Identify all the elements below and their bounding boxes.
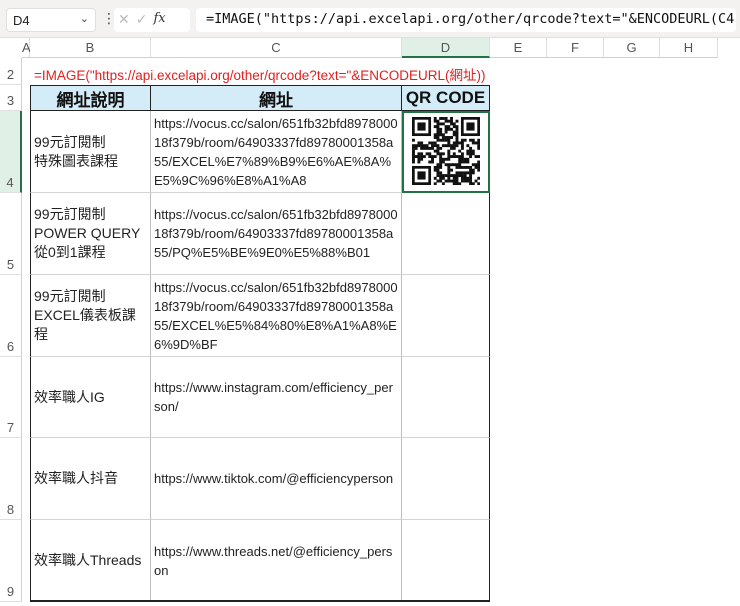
description-cell[interactable]: 99元訂閱制 特殊圖表課程 bbox=[30, 111, 151, 193]
formula-bar: D4 ⌄ ⋮ ✕ ✓ fx =IMAGE("https://api.excelapi.… bbox=[0, 0, 740, 38]
insert-function-icon[interactable]: fx bbox=[153, 11, 165, 29]
column-header-A[interactable]: A bbox=[22, 38, 31, 58]
header-cell-desc[interactable]: 網址說明 bbox=[30, 85, 151, 111]
url-cell[interactable]: https://www.threads.net/@efficiency_pers… bbox=[151, 520, 402, 602]
description-cell[interactable]: 效率職人IG bbox=[30, 357, 151, 438]
qr-cell[interactable] bbox=[402, 275, 490, 357]
row-header-7[interactable]: 7 bbox=[0, 357, 22, 438]
name-box-value: D4 bbox=[13, 13, 30, 28]
formula-input[interactable]: =IMAGE("https://api.excelapi.org/other/q… bbox=[196, 8, 736, 32]
column-header-C[interactable]: C bbox=[151, 38, 402, 58]
row-header-2[interactable]: 2 bbox=[0, 58, 22, 85]
row-header-4[interactable]: 4 bbox=[0, 111, 22, 193]
table-bottom-border bbox=[30, 600, 490, 602]
confirm-icon[interactable]: ✓ bbox=[136, 11, 148, 29]
column-header-G[interactable]: G bbox=[604, 38, 660, 58]
row-header-9[interactable]: 9 bbox=[0, 520, 22, 602]
qr-code-image bbox=[412, 117, 480, 185]
qr-cell[interactable] bbox=[402, 357, 490, 438]
formula-controls: ✕ ✓ fx bbox=[114, 8, 190, 32]
column-header-E[interactable]: E bbox=[490, 38, 547, 58]
header-cell-qr[interactable]: QR CODE bbox=[402, 85, 490, 111]
url-cell[interactable]: https://vocus.cc/salon/651fb32bfd8978000… bbox=[151, 193, 402, 275]
column-header-F[interactable]: F bbox=[547, 38, 604, 58]
column-header-B[interactable]: B bbox=[30, 38, 151, 58]
description-cell[interactable]: 效率職人抖音 bbox=[30, 438, 151, 520]
header-cell-url[interactable]: 網址 bbox=[151, 85, 402, 111]
qr-cell[interactable] bbox=[402, 193, 490, 275]
row-header-6[interactable]: 6 bbox=[0, 275, 22, 357]
row-header-5[interactable]: 5 bbox=[0, 193, 22, 275]
cancel-icon[interactable]: ✕ bbox=[118, 11, 130, 29]
chevron-down-icon[interactable]: ⌄ bbox=[80, 12, 89, 25]
url-cell[interactable]: https://vocus.cc/salon/651fb32bfd8978000… bbox=[151, 111, 402, 193]
row-header-8[interactable]: 8 bbox=[0, 438, 22, 520]
column-header-D[interactable]: D bbox=[402, 38, 490, 58]
name-box[interactable]: D4 ⌄ bbox=[6, 8, 96, 32]
url-cell[interactable]: https://vocus.cc/salon/651fb32bfd8978000… bbox=[151, 275, 402, 357]
qr-cell[interactable] bbox=[402, 520, 490, 602]
url-cell[interactable]: https://www.instagram.com/efficiency_per… bbox=[151, 357, 402, 438]
url-cell[interactable]: https://www.tiktok.com/@efficiencyperson bbox=[151, 438, 402, 520]
column-header-H[interactable]: H bbox=[660, 38, 718, 58]
formula-note: =IMAGE("https://api.excelapi.org/other/q… bbox=[34, 68, 486, 83]
description-cell[interactable]: 99元訂閱制 EXCEL儀表板課程 bbox=[30, 275, 151, 357]
description-cell[interactable]: 99元訂閱制 POWER QUERY 從0到1課程 bbox=[30, 193, 151, 275]
qr-cell[interactable] bbox=[402, 438, 490, 520]
description-cell[interactable]: 效率職人Threads bbox=[30, 520, 151, 602]
row-header-3[interactable]: 3 bbox=[0, 85, 22, 111]
